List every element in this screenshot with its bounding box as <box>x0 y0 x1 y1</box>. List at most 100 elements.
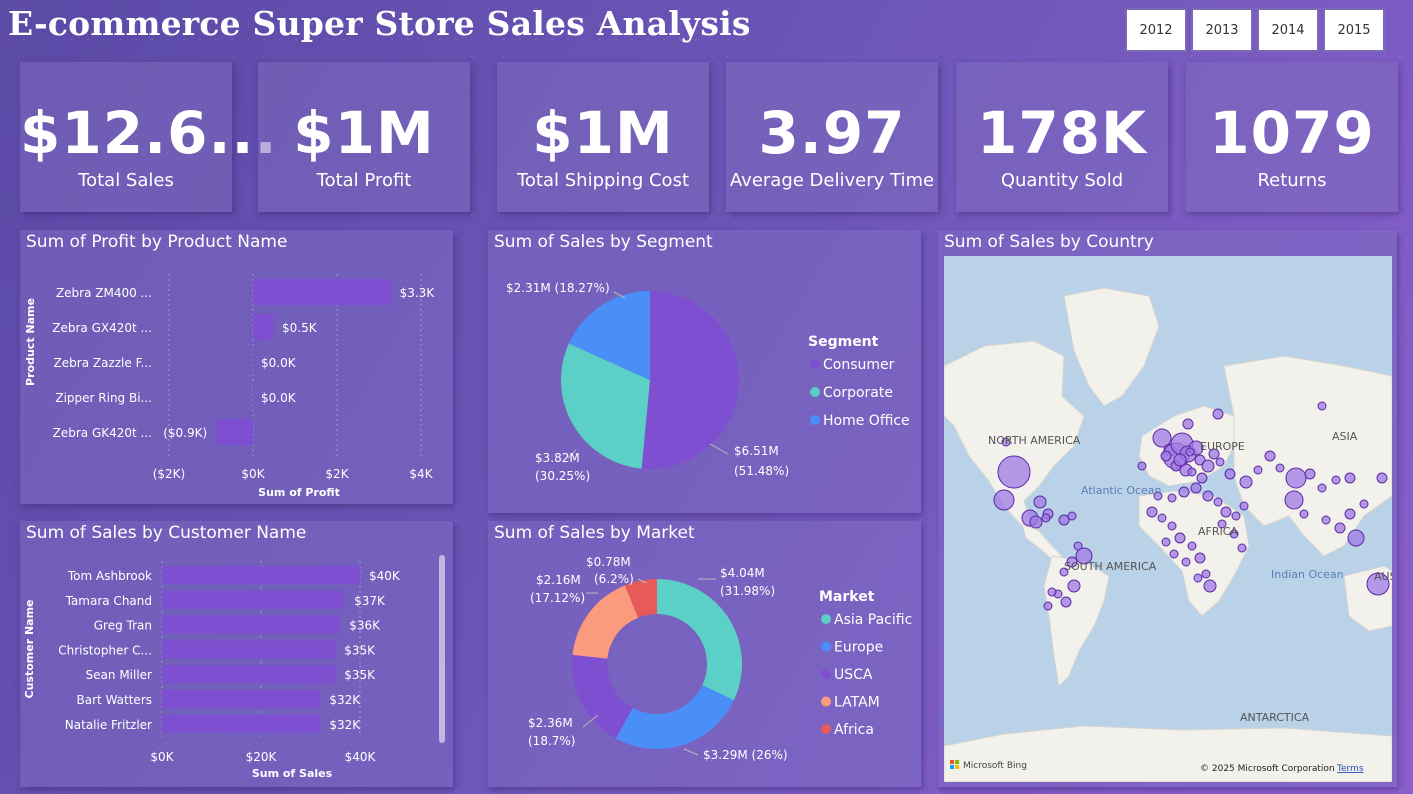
scrollbar[interactable] <box>439 555 445 743</box>
sales-bubble[interactable] <box>1187 541 1197 551</box>
profit-bar[interactable] <box>215 419 253 445</box>
sales-bar[interactable] <box>162 640 336 659</box>
slice-label: $6.51M <box>734 444 779 458</box>
sales-bubble[interactable] <box>1344 508 1356 520</box>
sales-bubble[interactable] <box>1058 514 1070 526</box>
sales-bubble[interactable] <box>1196 472 1208 484</box>
kpi-total-shipping-cost[interactable]: $1M Total Shipping Cost <box>497 62 709 212</box>
sales-bubble[interactable] <box>1060 596 1072 608</box>
sales-bubble[interactable] <box>1224 468 1236 480</box>
sales-bar[interactable] <box>162 665 336 684</box>
sales-bubble[interactable] <box>1167 493 1177 503</box>
sales-bubble[interactable] <box>1043 601 1053 611</box>
legend-item[interactable]: LATAM <box>834 695 880 711</box>
sales-bubble[interactable] <box>1317 483 1327 493</box>
sales-bubble[interactable] <box>1182 418 1194 430</box>
sales-bubble[interactable] <box>1213 497 1223 507</box>
sales-bubble[interactable] <box>1029 515 1043 529</box>
sales-bubble[interactable] <box>1215 457 1225 467</box>
donut-slice[interactable] <box>615 685 734 749</box>
sales-bubble[interactable] <box>1285 467 1307 489</box>
sales-bubble[interactable] <box>1201 459 1215 473</box>
sales-bubble[interactable] <box>1041 513 1051 523</box>
sales-bubble[interactable] <box>1321 515 1331 525</box>
legend-item[interactable]: Europe <box>834 640 883 656</box>
sales-bubble[interactable] <box>1190 482 1202 494</box>
sales-bar[interactable] <box>162 566 360 584</box>
sales-bubble[interactable] <box>1161 537 1171 547</box>
sales-bubble[interactable] <box>1299 509 1309 519</box>
year-button-2015[interactable]: 2015 <box>1323 8 1385 52</box>
year-button-2013[interactable]: 2013 <box>1191 8 1253 52</box>
sales-bubble[interactable] <box>1359 499 1369 509</box>
sales-bubble[interactable] <box>1160 450 1172 462</box>
sales-bar[interactable] <box>162 690 321 708</box>
year-button-2014[interactable]: 2014 <box>1257 8 1319 52</box>
sales-bubble[interactable] <box>1264 450 1276 462</box>
sales-bubble[interactable] <box>1146 506 1158 518</box>
sales-bubble[interactable] <box>1202 490 1214 502</box>
sales-bubble[interactable] <box>1173 453 1187 467</box>
sales-bubble[interactable] <box>1033 495 1047 509</box>
profit-bar[interactable] <box>253 384 254 410</box>
sales-bubble[interactable] <box>1347 529 1365 547</box>
sales-bubble[interactable] <box>1253 465 1263 475</box>
profit-bar[interactable] <box>253 279 392 305</box>
sales-bubble[interactable] <box>1169 549 1179 559</box>
sales-bubble[interactable] <box>1317 401 1327 411</box>
kpi-quantity-sold[interactable]: 178K Quantity Sold <box>956 62 1168 212</box>
profit-bar[interactable] <box>253 349 254 375</box>
pie-slice[interactable] <box>641 291 739 469</box>
sales-bubble[interactable] <box>1203 579 1217 593</box>
sales-bubble[interactable] <box>1181 557 1191 567</box>
sales-bubble[interactable] <box>1239 501 1249 511</box>
legend-item[interactable]: Consumer <box>823 357 895 373</box>
legend-item[interactable]: USCA <box>834 667 873 683</box>
sales-bubble[interactable] <box>1185 447 1195 457</box>
sales-bar[interactable] <box>162 590 346 609</box>
sales-bubble[interactable] <box>1284 490 1304 510</box>
kpi-total-sales[interactable]: $12.6... Total Sales <box>20 62 277 212</box>
sales-bubble[interactable] <box>1194 552 1206 564</box>
sales-bubble[interactable] <box>1331 475 1341 485</box>
sales-bubble[interactable] <box>1304 468 1316 480</box>
sales-bar[interactable] <box>162 615 341 634</box>
sales-by-customer-panel: Sum of Sales by Customer Name Customer N… <box>20 521 453 787</box>
legend-item[interactable]: Africa <box>834 722 874 738</box>
terms-link[interactable]: Terms <box>1336 764 1364 774</box>
kpi-average-delivery-time[interactable]: 3.97 Average Delivery Time <box>726 62 938 212</box>
sales-bubble[interactable] <box>1239 475 1253 489</box>
sales-bubble[interactable] <box>1137 461 1147 471</box>
kpi-total-profit[interactable]: $1M Total Profit <box>258 62 470 212</box>
legend-marker <box>810 359 820 369</box>
sales-bubble[interactable] <box>1344 472 1356 484</box>
world-map[interactable]: NORTH AMERICA EUROPE ASIA Atlantic Ocean… <box>944 256 1392 782</box>
sales-bubble[interactable] <box>1237 543 1247 553</box>
legend-item[interactable]: Home Office <box>823 413 910 429</box>
sales-bubble[interactable] <box>1376 472 1388 484</box>
sales-bubble[interactable] <box>1157 513 1167 523</box>
sales-bubble[interactable] <box>1067 579 1081 593</box>
sales-bubble[interactable] <box>1067 511 1077 521</box>
sales-bubble[interactable] <box>993 489 1015 511</box>
sales-bubble[interactable] <box>1174 532 1186 544</box>
sales-bubble[interactable] <box>1334 522 1346 534</box>
sales-bubble[interactable] <box>1220 506 1232 518</box>
sales-bubble[interactable] <box>1201 569 1211 579</box>
sales-bar[interactable] <box>162 714 321 733</box>
sales-bubble[interactable] <box>1178 486 1190 498</box>
sales-bubble[interactable] <box>1231 511 1241 521</box>
sales-bubble[interactable] <box>1167 521 1177 531</box>
legend-item[interactable]: Asia Pacific <box>834 612 912 628</box>
sales-bubble[interactable] <box>1193 573 1203 583</box>
sales-bubble[interactable] <box>1212 408 1224 420</box>
sales-bubble[interactable] <box>1187 467 1197 477</box>
kpi-returns[interactable]: 1079 Returns <box>1186 62 1398 212</box>
sales-bubble[interactable] <box>1275 463 1285 473</box>
sales-bubble[interactable] <box>997 455 1031 489</box>
profit-bar[interactable] <box>253 314 274 340</box>
legend-item[interactable]: Corporate <box>823 385 893 401</box>
year-button-2012[interactable]: 2012 <box>1125 8 1187 52</box>
sales-bubble[interactable] <box>1047 587 1057 597</box>
category-label: Zebra ZM400 ... <box>56 286 152 300</box>
